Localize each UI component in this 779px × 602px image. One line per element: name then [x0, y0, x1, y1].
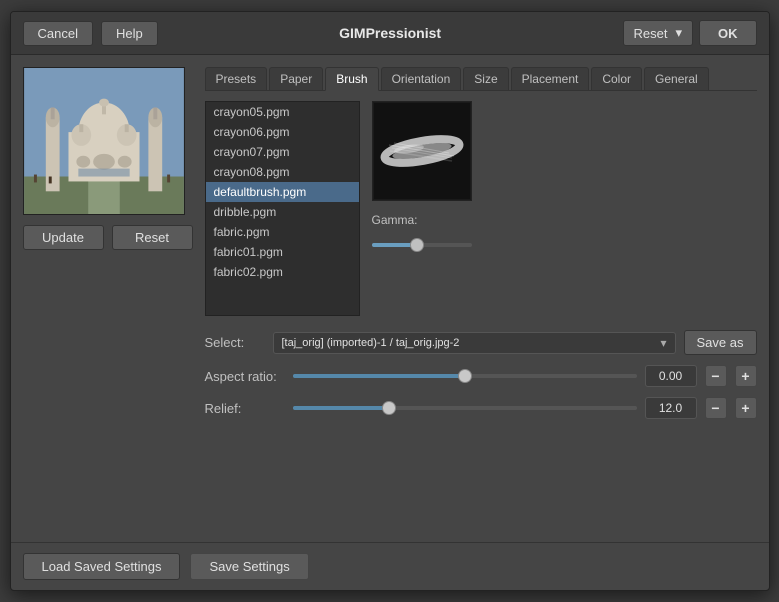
relief-row: Relief: 12.0 − + [205, 397, 757, 419]
tab-bar: Presets Paper Brush Orientation Size Pla… [205, 67, 757, 91]
ok-button[interactable]: OK [699, 20, 757, 46]
titlebar-right: Reset OK [623, 20, 757, 46]
brush-list[interactable]: crayon05.pgm crayon06.pgm crayon07.pgm c… [205, 101, 360, 316]
select-row: Select: [taj_orig] (imported)-1 / taj_or… [205, 330, 757, 355]
gamma-section: Gamma: [372, 213, 472, 255]
relief-slider[interactable] [293, 406, 637, 410]
brush-item-3[interactable]: crayon08.pgm [206, 162, 359, 182]
load-saved-settings-button[interactable]: Load Saved Settings [23, 553, 181, 580]
relief-value[interactable]: 12.0 [645, 397, 697, 419]
relief-label: Relief: [205, 401, 285, 416]
tab-presets[interactable]: Presets [205, 67, 268, 90]
brush-item-2[interactable]: crayon07.pgm [206, 142, 359, 162]
brush-item-5[interactable]: dribble.pgm [206, 202, 359, 222]
help-button[interactable]: Help [101, 21, 158, 46]
tab-size[interactable]: Size [463, 67, 508, 90]
update-button[interactable]: Update [23, 225, 104, 250]
main-content: Update Reset Presets Paper Brush Orienta… [11, 55, 769, 542]
select-value: [taj_orig] (imported)-1 / taj_orig.jpg-2 [282, 337, 460, 349]
right-panel: Presets Paper Brush Orientation Size Pla… [205, 67, 757, 530]
preview-image [23, 67, 185, 215]
relief-decrement-button[interactable]: − [705, 397, 727, 419]
aspect-ratio-slider[interactable] [293, 374, 637, 378]
brush-preview-area: Gamma: [372, 101, 472, 316]
aspect-ratio-value[interactable]: 0.00 [645, 365, 697, 387]
select-label: Select: [205, 335, 265, 350]
gimp-pressionist-dialog: Cancel Help GIMPressionist Reset OK [10, 11, 770, 591]
tab-brush[interactable]: Brush [325, 67, 378, 91]
left-reset-button[interactable]: Reset [112, 225, 193, 250]
select-dropdown[interactable]: [taj_orig] (imported)-1 / taj_orig.jpg-2… [273, 332, 676, 354]
tab-placement[interactable]: Placement [511, 67, 590, 90]
brush-item-7[interactable]: fabric01.pgm [206, 242, 359, 262]
titlebar: Cancel Help GIMPressionist Reset OK [11, 12, 769, 55]
gamma-label: Gamma: [372, 213, 472, 227]
left-panel: Update Reset [23, 67, 193, 530]
save-as-button[interactable]: Save as [684, 330, 757, 355]
brush-panel: crayon05.pgm crayon06.pgm crayon07.pgm c… [205, 101, 757, 316]
brush-item-0[interactable]: crayon05.pgm [206, 102, 359, 122]
brush-item-6[interactable]: fabric.pgm [206, 222, 359, 242]
aspect-ratio-increment-button[interactable]: + [735, 365, 757, 387]
tab-color[interactable]: Color [591, 67, 642, 90]
aspect-ratio-label: Aspect ratio: [205, 369, 285, 384]
tab-paper[interactable]: Paper [269, 67, 323, 90]
brush-item-8[interactable]: fabric02.pgm [206, 262, 359, 282]
cancel-button[interactable]: Cancel [23, 21, 93, 46]
reset-button[interactable]: Reset [623, 20, 694, 46]
reset-chevron-icon [671, 25, 682, 41]
save-settings-button[interactable]: Save Settings [190, 553, 308, 580]
left-buttons: Update Reset [23, 225, 193, 250]
tab-general[interactable]: General [644, 67, 709, 90]
aspect-ratio-decrement-button[interactable]: − [705, 365, 727, 387]
brush-preview [372, 101, 472, 201]
brush-item-4[interactable]: defaultbrush.pgm [206, 182, 359, 202]
aspect-ratio-row: Aspect ratio: 0.00 − + [205, 365, 757, 387]
bottom-bar: Load Saved Settings Save Settings [11, 542, 769, 590]
gamma-slider[interactable] [372, 235, 472, 255]
dropdown-chevron-icon: ▾ [660, 336, 666, 350]
dialog-title: GIMPressionist [166, 25, 615, 41]
brush-item-1[interactable]: crayon06.pgm [206, 122, 359, 142]
tab-orientation[interactable]: Orientation [381, 67, 462, 90]
relief-increment-button[interactable]: + [735, 397, 757, 419]
